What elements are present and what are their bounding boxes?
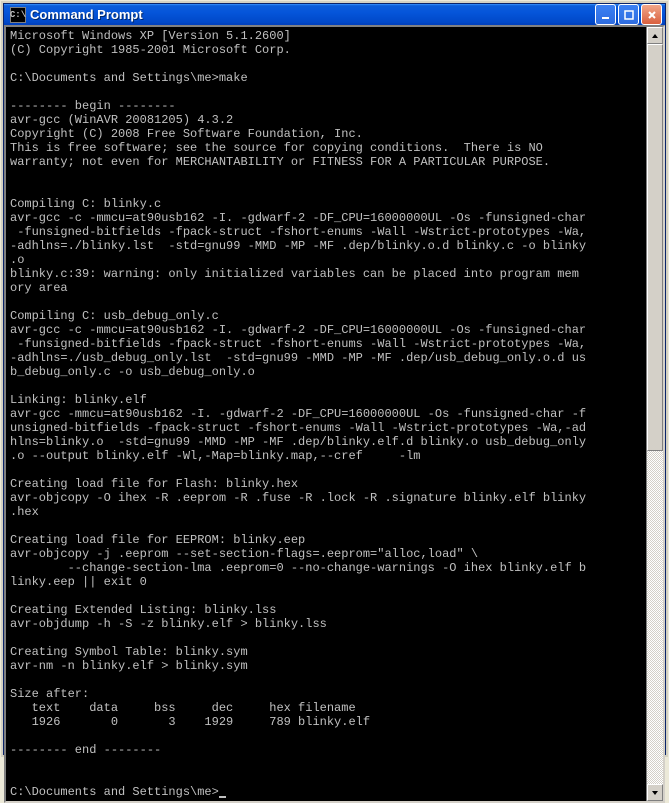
terminal-line: .o --output blinky.elf -Wl,-Map=blinky.m… (10, 449, 420, 463)
terminal-line: unsigned-bitfields -fpack-struct -fshort… (10, 421, 586, 435)
scroll-down-button[interactable] (647, 784, 663, 801)
scroll-up-button[interactable] (647, 27, 663, 44)
terminal-line: -adhlns=./usb_debug_only.lst -std=gnu99 … (10, 351, 586, 365)
terminal-line: Microsoft Windows XP [Version 5.1.2600] (10, 29, 291, 43)
terminal-line: Creating Symbol Table: blinky.sym (10, 645, 248, 659)
terminal-line: -funsigned-bitfields -fpack-struct -fsho… (10, 225, 586, 239)
close-button[interactable] (641, 4, 662, 25)
terminal-line: warranty; not even for MERCHANTABILITY o… (10, 155, 550, 169)
minimize-icon (601, 10, 611, 20)
terminal-output[interactable]: Microsoft Windows XP [Version 5.1.2600] … (6, 27, 646, 801)
cursor (219, 796, 226, 798)
maximize-button[interactable] (618, 4, 639, 25)
arrow-up-icon (651, 32, 659, 40)
titlebar[interactable]: C:\ Command Prompt (4, 4, 665, 25)
terminal-line: Size after: (10, 687, 89, 701)
terminal-line: avr-nm -n blinky.elf > blinky.sym (10, 659, 248, 673)
terminal-line: Creating load file for EEPROM: blinky.ee… (10, 533, 305, 547)
command-prompt-window: C:\ Command Prompt Microsoft Windows XP … (3, 3, 666, 755)
terminal-line: 1926 0 3 1929 789 blinky.elf (10, 715, 370, 729)
terminal-line: avr-gcc -c -mmcu=at90usb162 -I. -gdwarf-… (10, 323, 586, 337)
scroll-thumb[interactable] (647, 44, 663, 451)
arrow-down-icon (651, 789, 659, 797)
minimize-button[interactable] (595, 4, 616, 25)
app-icon: C:\ (10, 7, 26, 23)
close-icon (647, 10, 657, 20)
window-title: Command Prompt (30, 7, 595, 22)
terminal-line: C:\Documents and Settings\me> (10, 785, 219, 799)
terminal-line: Compiling C: usb_debug_only.c (10, 309, 219, 323)
terminal-line: .o (10, 253, 24, 267)
terminal-line: -adhlns=./blinky.lst -std=gnu99 -MMD -MP… (10, 239, 586, 253)
terminal-line: avr-objcopy -O ihex -R .eeprom -R .fuse … (10, 491, 586, 505)
terminal-line: avr-gcc (WinAVR 20081205) 4.3.2 (10, 113, 233, 127)
terminal-line: avr-objcopy -j .eeprom --set-section-fla… (10, 547, 478, 561)
terminal-line: avr-gcc -mmcu=at90usb162 -I. -gdwarf-2 -… (10, 407, 586, 421)
terminal-line: text data bss dec hex filename (10, 701, 356, 715)
terminal-line: -------- begin -------- (10, 99, 176, 113)
terminal-line: --change-section-lma .eeprom=0 --no-chan… (10, 561, 586, 575)
terminal-line: b_debug_only.c -o usb_debug_only.o (10, 365, 255, 379)
scrollbar[interactable] (646, 27, 663, 801)
terminal-line: (C) Copyright 1985-2001 Microsoft Corp. (10, 43, 291, 57)
terminal-line: blinky.c:39: warning: only initialized v… (10, 267, 579, 281)
window-controls (595, 4, 662, 25)
terminal-line: hlns=blinky.o -std=gnu99 -MMD -MP -MF .d… (10, 435, 586, 449)
terminal-line: avr-gcc -c -mmcu=at90usb162 -I. -gdwarf-… (10, 211, 586, 225)
scroll-track[interactable] (647, 44, 663, 784)
terminal-line: C:\Documents and Settings\me>make (10, 71, 248, 85)
terminal-line: Compiling C: blinky.c (10, 197, 161, 211)
terminal-line: linky.eep || exit 0 (10, 575, 147, 589)
terminal-line: .hex (10, 505, 39, 519)
terminal-line: Creating load file for Flash: blinky.hex (10, 477, 298, 491)
maximize-icon (624, 10, 634, 20)
terminal-line: Linking: blinky.elf (10, 393, 147, 407)
terminal-line: ory area (10, 281, 68, 295)
terminal-line: This is free software; see the source fo… (10, 141, 543, 155)
terminal-line: Copyright (C) 2008 Free Software Foundat… (10, 127, 363, 141)
terminal-line: -funsigned-bitfields -fpack-struct -fsho… (10, 337, 586, 351)
terminal-area: Microsoft Windows XP [Version 5.1.2600] … (4, 25, 665, 803)
terminal-line: avr-objdump -h -S -z blinky.elf > blinky… (10, 617, 327, 631)
terminal-line: Creating Extended Listing: blinky.lss (10, 603, 276, 617)
terminal-line: -------- end -------- (10, 743, 161, 757)
